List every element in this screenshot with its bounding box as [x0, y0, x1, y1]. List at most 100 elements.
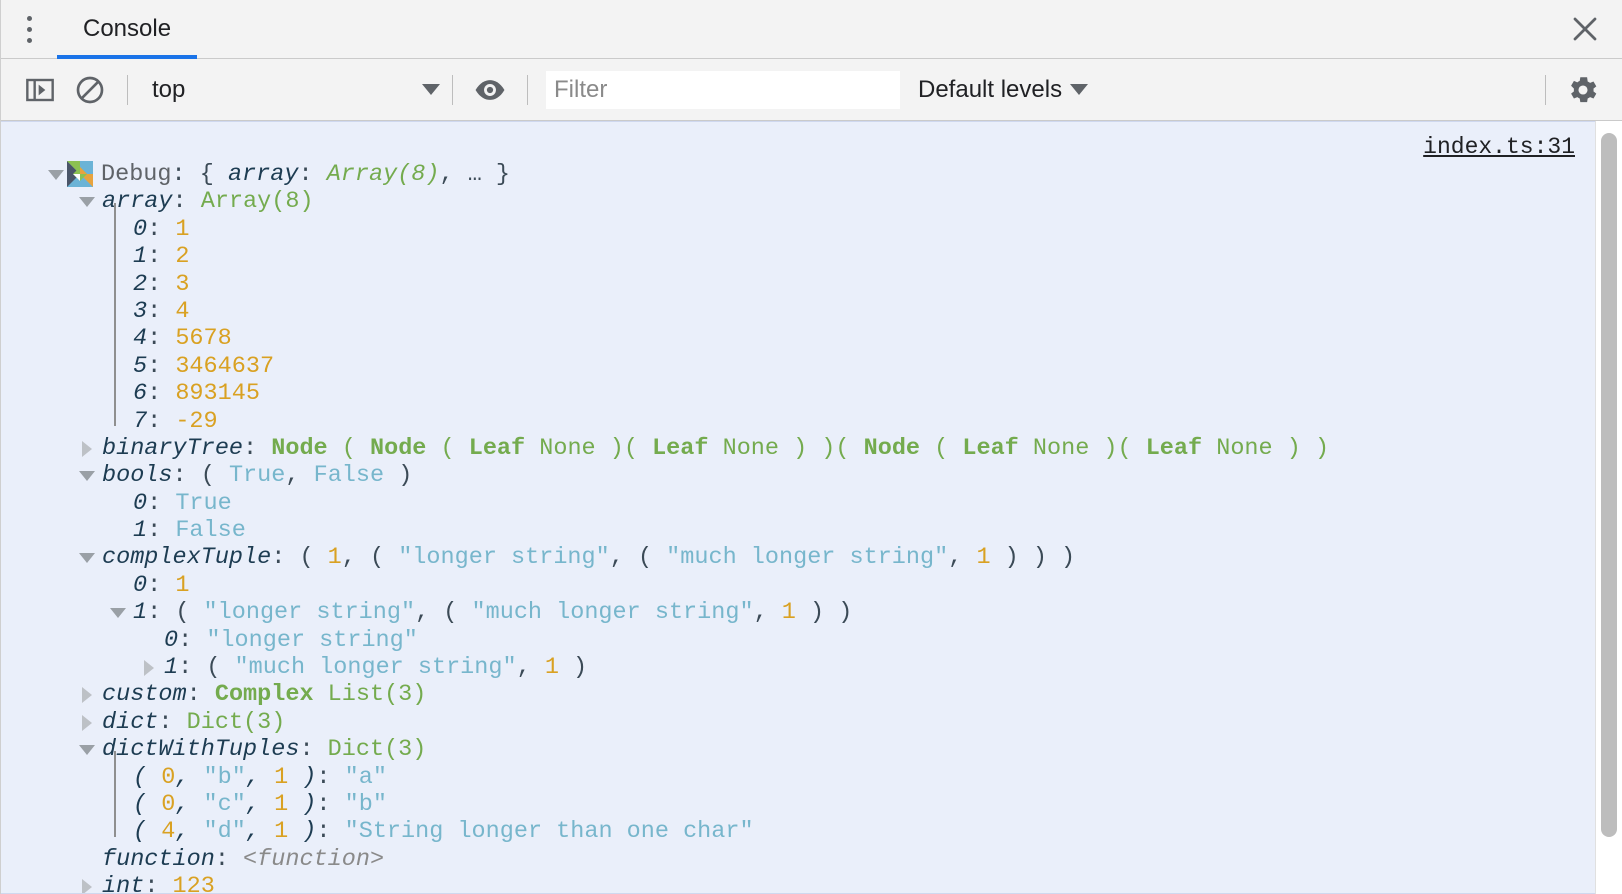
disclosure-triangle-expanded[interactable] [107, 599, 129, 626]
toolbar-divider-4 [1545, 74, 1546, 105]
disclosure-triangle-collapsed[interactable] [76, 435, 98, 462]
tree-row-text: ( 0, "c", 1 ): "b" [133, 790, 387, 818]
log-levels-label: Default levels [918, 75, 1063, 103]
tree-row-text: 0: True [133, 489, 232, 517]
console-sidebar-icon[interactable] [15, 65, 65, 115]
tree-row-text: 2: 3 [133, 270, 190, 298]
tree-row-text: binaryTree: Node ( Node ( Leaf None )( L… [102, 434, 1330, 462]
close-icon[interactable] [1548, 0, 1622, 58]
tab-console[interactable]: Console [57, 0, 198, 59]
tree-row[interactable]: 7: -29 [1, 408, 1595, 435]
disclosure-triangle-expanded[interactable] [45, 161, 67, 188]
filter-input[interactable] [546, 70, 900, 109]
tree-row-text: 4: 5678 [133, 325, 232, 353]
tree-row[interactable]: binaryTree: Node ( Node ( Leaf None )( L… [1, 435, 1595, 462]
toolbar-divider-3 [527, 74, 528, 105]
indent-guide [114, 202, 116, 426]
execution-context-select[interactable]: top [140, 76, 440, 104]
tree-row-text: 7: -29 [133, 407, 218, 435]
tree-row[interactable]: 3: 4 [1, 298, 1595, 325]
disclosure-triangle-expanded[interactable] [76, 544, 98, 571]
tree-row[interactable]: Debug: { array: Array(8), … } [1, 161, 1595, 188]
tree-row[interactable]: ( 4, "d", 1 ): "String longer than one c… [1, 818, 1595, 845]
disclosure-triangle-expanded[interactable] [76, 462, 98, 489]
tree-row[interactable]: 0: True [1, 490, 1595, 517]
tree-row-text: 1: False [133, 517, 246, 545]
tree-row[interactable]: ( 0, "b", 1 ): "a" [1, 764, 1595, 791]
disclosure-triangle-collapsed[interactable] [76, 681, 98, 708]
tree-row[interactable]: 0: 1 [1, 216, 1595, 243]
tree-row-text: Debug: { array: Array(8), … } [101, 161, 511, 188]
tree-row-text: array: Array(8) [102, 188, 314, 216]
execution-context-label: top [152, 75, 186, 103]
tree-row[interactable]: function: <function> [1, 846, 1595, 873]
tree-row[interactable]: 2: 3 [1, 271, 1595, 298]
tree-row[interactable]: array: Array(8) [1, 188, 1595, 215]
tree-row-text: dict: Dict(3) [102, 708, 286, 736]
indent-guide [114, 750, 116, 837]
source-link[interactable]: index.ts:31 [1423, 134, 1575, 160]
tree-row[interactable]: bools: ( True, False ) [1, 462, 1595, 489]
gear-icon[interactable] [1558, 65, 1608, 115]
tree-row[interactable]: complexTuple: ( 1, ( "longer string", ( … [1, 544, 1595, 571]
tree-row[interactable]: int: 123 [1, 873, 1595, 894]
kebab-menu-icon[interactable] [1, 0, 57, 58]
devtools-tab-bar: Console [1, 0, 1622, 59]
tree-row-text: 0: 1 [133, 571, 190, 599]
tree-row-text: 6: 893145 [133, 380, 260, 408]
devtools-window: Console top Filter Default levels index.… [0, 0, 1622, 894]
clear-console-icon[interactable] [65, 65, 115, 115]
console-body: index.ts:31 Debug: { array: Array(8), … … [1, 121, 1622, 894]
console-message-group: index.ts:31 Debug: { array: Array(8), … … [1, 121, 1595, 894]
tab-console-label: Console [83, 15, 172, 42]
tree-row[interactable]: custom: Complex List(3) [1, 681, 1595, 708]
tree-row-text: 0: 1 [133, 215, 190, 243]
tree-row-text: int: 123 [102, 873, 215, 894]
tree-row[interactable]: 1: ( "longer string", ( "much longer str… [1, 599, 1595, 626]
console-toolbar: top Default levels [1, 59, 1622, 121]
disclosure-triangle-collapsed[interactable] [138, 654, 160, 681]
tree-row-text: custom: Complex List(3) [102, 681, 427, 709]
tree-row[interactable]: ( 0, "c", 1 ): "b" [1, 791, 1595, 818]
chevron-down-icon [422, 84, 440, 95]
disclosure-triangle-expanded[interactable] [76, 736, 98, 763]
app-logo-icon [67, 161, 93, 187]
tree-row[interactable]: dict: Dict(3) [1, 709, 1595, 736]
tree-row[interactable]: 6: 893145 [1, 380, 1595, 407]
tree-row-text: ( 4, "d", 1 ): "String longer than one c… [133, 818, 754, 846]
disclosure-triangle-expanded[interactable] [76, 188, 98, 215]
tree-row-text: 1: ( "longer string", ( "much longer str… [133, 599, 853, 627]
tree-row-text: bools: ( True, False ) [102, 462, 413, 490]
tree-row[interactable]: 1: False [1, 517, 1595, 544]
disclosure-triangle-collapsed[interactable] [76, 709, 98, 736]
tree-row[interactable]: 1: 2 [1, 243, 1595, 270]
chevron-down-icon [1070, 84, 1089, 95]
tree-row[interactable]: 4: 5678 [1, 325, 1595, 352]
toolbar-divider-1 [127, 74, 128, 105]
scrollbar-thumb[interactable] [1601, 133, 1617, 837]
console-scrollbar[interactable] [1595, 121, 1622, 894]
disclosure-triangle-collapsed[interactable] [76, 873, 98, 893]
live-expression-eye-icon[interactable] [465, 65, 515, 115]
tree-row[interactable]: dictWithTuples: Dict(3) [1, 736, 1595, 763]
tree-row[interactable]: 1: ( "much longer string", 1 ) [1, 654, 1595, 681]
tree-row[interactable]: 0: 1 [1, 572, 1595, 599]
tree-row-text: function: <function> [102, 845, 385, 873]
tree-row-text: ( 0, "b", 1 ): "a" [133, 763, 387, 791]
tree-row[interactable]: 5: 3464637 [1, 353, 1595, 380]
toolbar-divider-2 [452, 74, 453, 105]
log-levels-select[interactable]: Default levels [918, 75, 1089, 104]
tree-row[interactable]: 0: "longer string" [1, 627, 1595, 654]
